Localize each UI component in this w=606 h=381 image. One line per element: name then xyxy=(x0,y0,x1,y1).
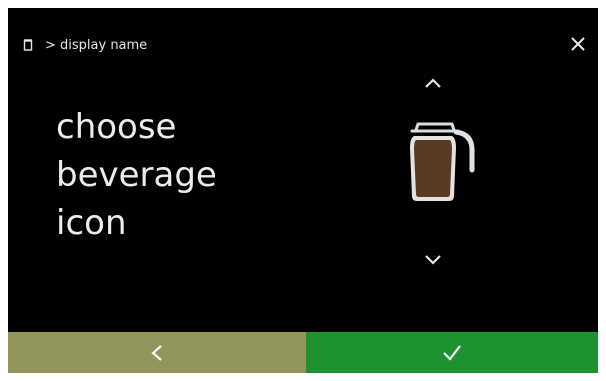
checkmark-icon xyxy=(443,344,461,361)
breadcrumb-text: > display name xyxy=(45,37,148,53)
cup-icon xyxy=(23,39,33,51)
chevron-left-icon xyxy=(151,344,162,361)
confirm-button[interactable] xyxy=(306,332,598,373)
chevron-up-icon xyxy=(425,78,441,88)
breadcrumb: > display name xyxy=(23,36,147,54)
chevron-down-icon xyxy=(425,255,441,265)
title-line-2: beverage xyxy=(56,155,217,195)
title-line-1: choose xyxy=(56,107,177,147)
bottom-bar xyxy=(8,332,598,373)
scroll-down-button[interactable] xyxy=(418,246,448,272)
page-title: choose beverage icon xyxy=(56,103,217,247)
scroll-up-button[interactable] xyxy=(418,70,448,96)
close-icon xyxy=(571,37,585,51)
back-button[interactable] xyxy=(8,332,306,373)
screen: > display name choose beverage icon xyxy=(8,8,598,373)
coffee-carafe-icon xyxy=(410,122,475,201)
close-button[interactable] xyxy=(566,32,590,56)
title-line-3: icon xyxy=(56,203,127,243)
